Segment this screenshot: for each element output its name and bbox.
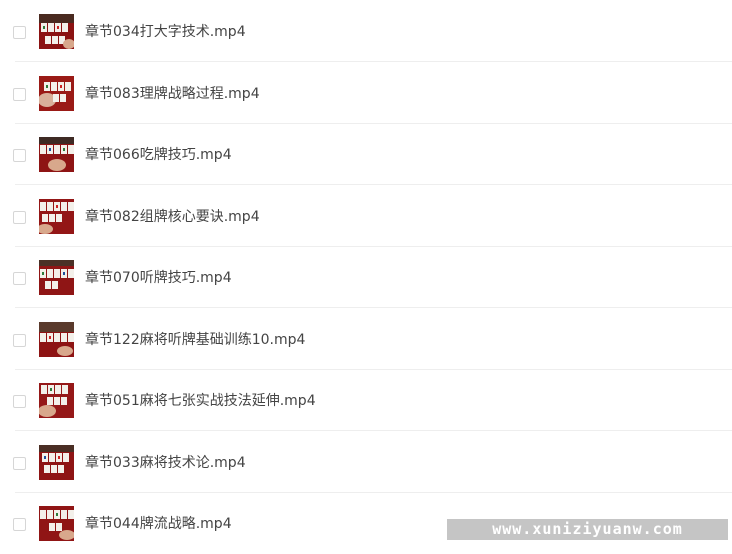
video-thumbnail[interactable] [39,137,74,172]
file-row[interactable]: 章节122麻将听牌基础训练10.mp4 [0,309,732,370]
video-thumbnail[interactable] [39,199,74,234]
row-divider [15,61,732,62]
row-checkbox[interactable] [13,518,26,531]
row-checkbox[interactable] [13,149,26,162]
video-thumbnail[interactable] [39,445,74,480]
file-row[interactable]: 章节066吃牌技巧.mp4 [0,124,732,185]
row-checkbox[interactable] [13,211,26,224]
file-name[interactable]: 章节070听牌技巧.mp4 [85,269,232,287]
row-checkbox[interactable] [13,457,26,470]
video-thumbnail[interactable] [39,260,74,295]
file-row[interactable]: 章节051麻将七张实战技法延伸.mp4 [0,370,732,431]
video-thumbnail[interactable] [39,383,74,418]
file-name[interactable]: 章节066吃牌技巧.mp4 [85,146,232,164]
file-row[interactable]: 章节034打大字技术.mp4 [0,1,732,62]
row-checkbox[interactable] [13,334,26,347]
video-thumbnail[interactable] [39,14,74,49]
watermark-text: www.xuniziyuanw.com [492,520,683,538]
file-row[interactable]: 章节070听牌技巧.mp4 [0,247,732,308]
video-thumbnail[interactable] [39,322,74,357]
row-checkbox[interactable] [13,272,26,285]
row-checkbox[interactable] [13,26,26,39]
row-checkbox[interactable] [13,88,26,101]
row-divider [15,307,732,308]
row-divider [15,184,732,185]
file-name[interactable]: 章节034打大字技术.mp4 [85,23,246,41]
row-checkbox[interactable] [13,395,26,408]
file-name[interactable]: 章节044牌流战略.mp4 [85,515,232,533]
file-name[interactable]: 章节122麻将听牌基础训练10.mp4 [85,331,305,349]
file-name[interactable]: 章节083理牌战略过程.mp4 [85,85,260,103]
file-row[interactable]: 章节083理牌战略过程.mp4 [0,63,732,124]
file-name[interactable]: 章节033麻将技术论.mp4 [85,454,246,472]
watermark: www.xuniziyuanw.com [447,519,728,540]
video-thumbnail[interactable] [39,506,74,541]
file-name[interactable]: 章节051麻将七张实战技法延伸.mp4 [85,392,316,410]
file-name[interactable]: 章节082组牌核心要诀.mp4 [85,208,260,226]
file-row[interactable]: 章节082组牌核心要诀.mp4 [0,186,732,247]
row-divider [15,430,732,431]
video-thumbnail[interactable] [39,76,74,111]
file-row[interactable]: 章节033麻将技术论.mp4 [0,432,732,493]
